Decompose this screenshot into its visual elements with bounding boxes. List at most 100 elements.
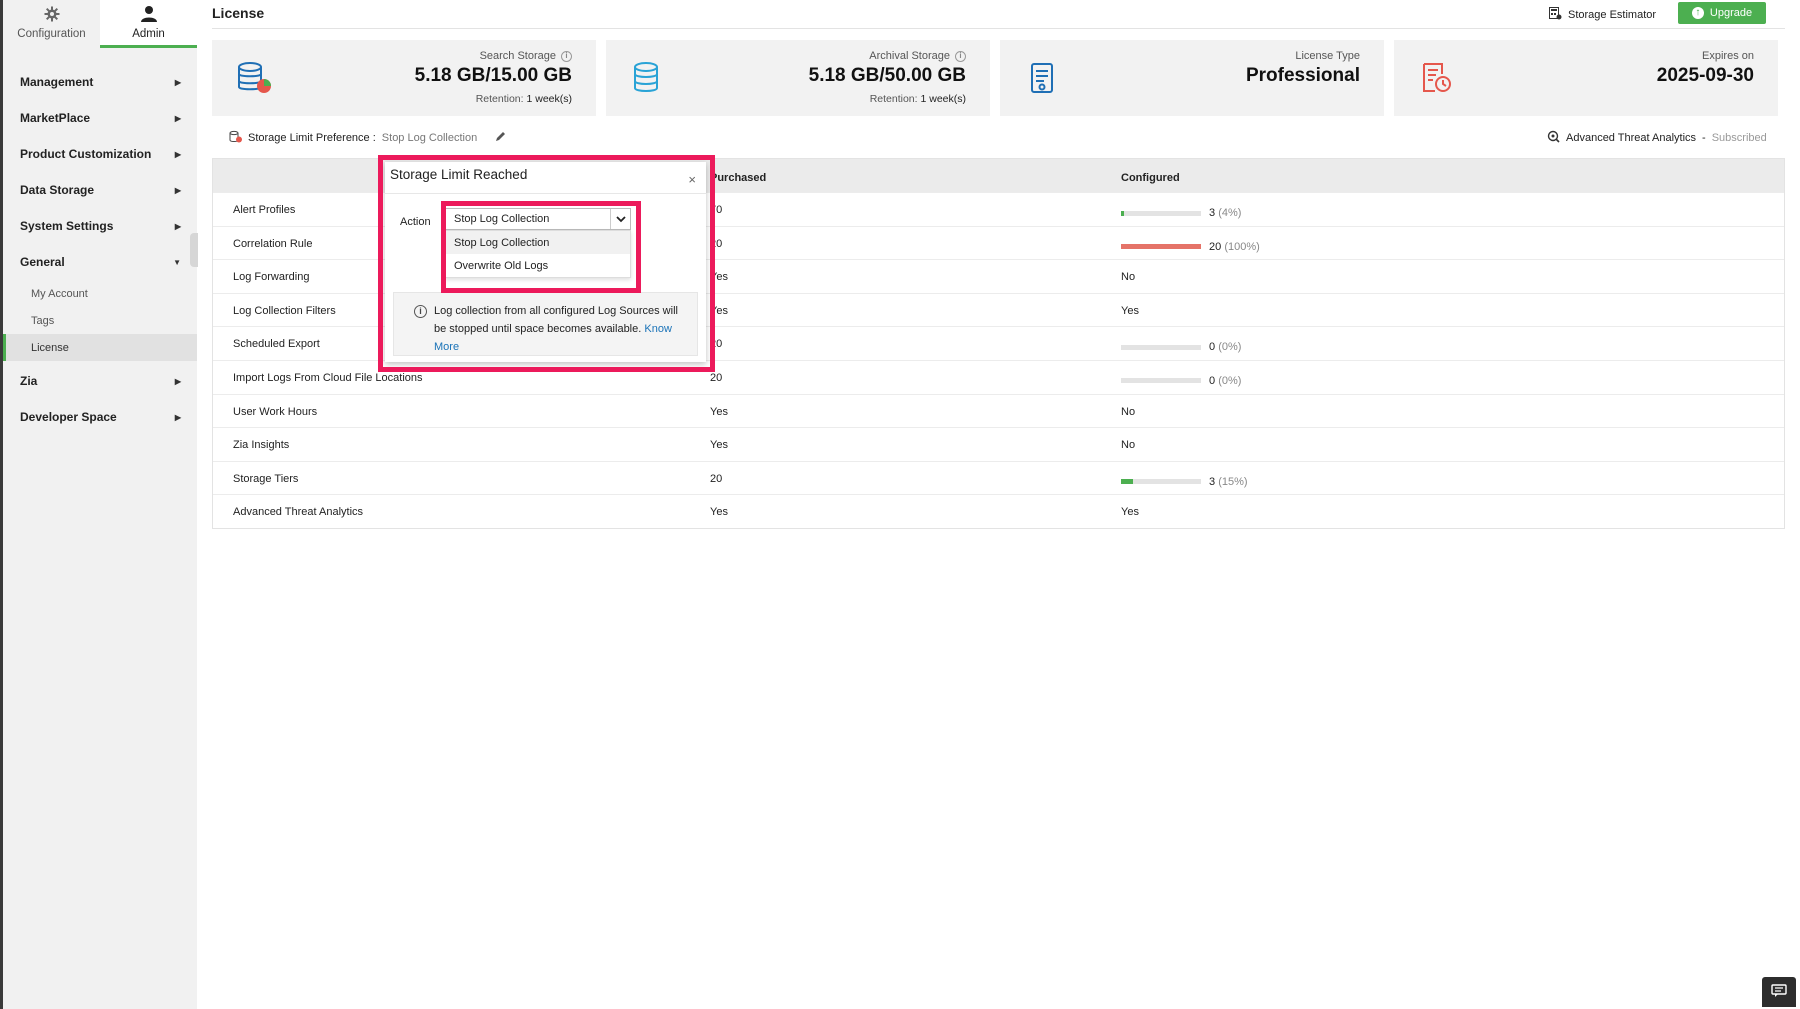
row-purchased: 20 <box>710 472 723 485</box>
arrow-up-icon: ↑ <box>1691 7 1704 19</box>
ata-subscribed-status: Subscribed <box>1711 132 1767 144</box>
row-purchased: Yes <box>710 439 728 452</box>
tab-admin-label: Admin <box>132 28 165 40</box>
chevron-down-icon[interactable] <box>610 209 630 229</box>
title-divider <box>212 28 1785 29</box>
usage-label: 3 (4%) <box>1209 207 1241 219</box>
usage-bar <box>1121 344 1201 350</box>
tab-admin[interactable]: Admin <box>100 0 197 48</box>
sidebar-subitem-my-account[interactable]: My Account <box>3 280 197 307</box>
caret-right-icon: ▶ <box>174 77 181 87</box>
row-configured: Yes <box>1121 304 1139 317</box>
sidebar-item-system-settings[interactable]: System Settings ▶ <box>3 208 197 244</box>
sidebar-subitem-license[interactable]: License <box>3 334 197 361</box>
ata-separator: - <box>1702 132 1706 144</box>
sidebar-item-product-customization[interactable]: Product Customization ▶ <box>3 136 197 172</box>
row-configured: No <box>1121 405 1136 418</box>
gear-icon <box>42 4 62 24</box>
tab-configuration-label: Configuration <box>17 28 86 40</box>
sidebar-tabs: Configuration Admin <box>3 0 197 48</box>
storage-limit-preference: Storage Limit Preference : Stop Log Coll… <box>229 130 506 146</box>
option-overwrite-old-logs[interactable]: Overwrite Old Logs <box>446 254 630 277</box>
table-row: Zia Insights Yes No <box>213 427 1784 461</box>
card-value: Professional <box>1245 65 1360 86</box>
row-purchased: Yes <box>710 506 728 519</box>
usage-bar-fill <box>1121 479 1133 485</box>
caret-right-icon: ▶ <box>174 113 181 123</box>
sidebar: Configuration Admin Management ▶ MarketPl… <box>3 0 197 1009</box>
usage-bar <box>1121 479 1201 485</box>
row-purchased: 20 <box>710 237 723 250</box>
card-value: 5.18 GB/50.00 GB <box>808 65 966 86</box>
row-name: Alert Profiles <box>233 204 296 216</box>
info-icon[interactable]: i <box>955 50 966 62</box>
usage-bar <box>1121 210 1201 216</box>
calculator-icon <box>1549 7 1562 23</box>
table-row: Advanced Threat Analytics Yes Yes <box>213 494 1784 528</box>
usage-label: 0 (0%) <box>1209 375 1241 387</box>
know-more-link-second: More <box>434 341 460 353</box>
storage-limit-popup: Storage Limit Reached × Action Stop Log … <box>385 162 706 362</box>
row-name: Import Logs From Cloud File Locations <box>233 371 423 384</box>
sidebar-item-label: MarketPlace <box>20 111 91 125</box>
usage-pct: (0%) <box>1218 374 1242 387</box>
table-row: User Work Hours Yes No <box>213 393 1784 428</box>
sidebar-item-management[interactable]: Management ▶ <box>3 64 197 100</box>
table-row: Storage Tiers 20 3 (15%) <box>213 460 1784 495</box>
sidebar-item-marketplace[interactable]: MarketPlace ▶ <box>3 100 197 136</box>
action-select-value: Stop Log Collection <box>454 213 550 225</box>
sidebar-subitem-tags[interactable]: Tags <box>3 307 197 334</box>
row-purchased: Yes <box>710 304 728 317</box>
page-title: License <box>212 5 265 21</box>
upgrade-button[interactable]: ↑ Upgrade <box>1678 2 1766 24</box>
sidebar-menu: Management ▶ MarketPlace ▶ Product Customi… <box>3 48 197 435</box>
card-search-storage: Search Storage i 5.18 GB/15.00 GB Retenti… <box>212 40 596 116</box>
header-configured: Configured <box>1121 172 1180 184</box>
sidebar-item-general[interactable]: General ▼ <box>3 244 197 280</box>
usage-pct: (0%) <box>1218 341 1242 354</box>
row-configured: No <box>1121 439 1136 452</box>
info-text: Log collection from all configured Log S… <box>434 305 678 335</box>
card-archival-storage: Archival Storage i 5.18 GB/50.00 GB Reten… <box>606 40 990 116</box>
storage-estimator-link[interactable]: Storage Estimator <box>1549 7 1656 23</box>
sidebar-item-developer-space[interactable]: Developer Space ▶ <box>3 399 197 435</box>
license-cards: Search Storage i 5.18 GB/15.00 GB Retenti… <box>212 40 1778 116</box>
row-configured: No <box>1121 271 1136 284</box>
usage-count: 3 <box>1209 475 1216 488</box>
row-configured-bar: 3 (4%) <box>1121 207 1241 219</box>
row-name: Log Collection Filters <box>233 304 336 317</box>
ata-status: Advanced Threat Analytics - Subscribed <box>1547 130 1767 146</box>
usage-count: 3 <box>1209 207 1216 219</box>
sidebar-item-label: General <box>20 255 65 269</box>
sidebar-item-label: Developer Space <box>20 410 117 424</box>
row-name: Scheduled Export <box>233 338 320 351</box>
sidebar-item-zia[interactable]: Zia ▶ <box>3 363 197 399</box>
pencil-icon[interactable] <box>495 131 506 145</box>
sidebar-item-data-storage[interactable]: Data Storage ▶ <box>3 172 197 208</box>
sidebar-item-label: Zia <box>20 374 38 388</box>
caret-right-icon: ▶ <box>174 149 181 159</box>
card-retention: Retention: 1 week(s) <box>415 93 572 105</box>
row-configured-bar: 3 (15%) <box>1121 476 1248 488</box>
retention-value: 1 week(s) <box>920 93 966 105</box>
usage-bar <box>1121 378 1201 384</box>
sidebar-item-label: System Settings <box>20 219 114 233</box>
caret-right-icon: ▶ <box>174 221 181 231</box>
chat-button[interactable] <box>1762 977 1796 1007</box>
popup-title: Storage Limit Reached <box>390 167 528 182</box>
tab-configuration[interactable]: Configuration <box>3 0 100 48</box>
row-name: Advanced Threat Analytics <box>233 506 364 519</box>
row-name: User Work Hours <box>233 405 318 418</box>
row-name: Zia Insights <box>233 439 290 452</box>
card-label: Expires on <box>1702 50 1754 62</box>
action-select[interactable]: Stop Log Collection <box>445 208 631 230</box>
know-more-link-first: Know <box>644 323 672 335</box>
sidebar-item-label: Data Storage <box>20 183 95 197</box>
user-icon <box>139 4 159 24</box>
option-stop-log-collection[interactable]: Stop Log Collection <box>446 231 630 254</box>
database-icon <box>630 60 666 96</box>
close-icon[interactable]: × <box>688 172 696 187</box>
card-retention: Retention: 1 week(s) <box>809 93 966 105</box>
info-icon[interactable]: i <box>561 50 572 62</box>
row-purchased: 20 <box>710 338 723 351</box>
